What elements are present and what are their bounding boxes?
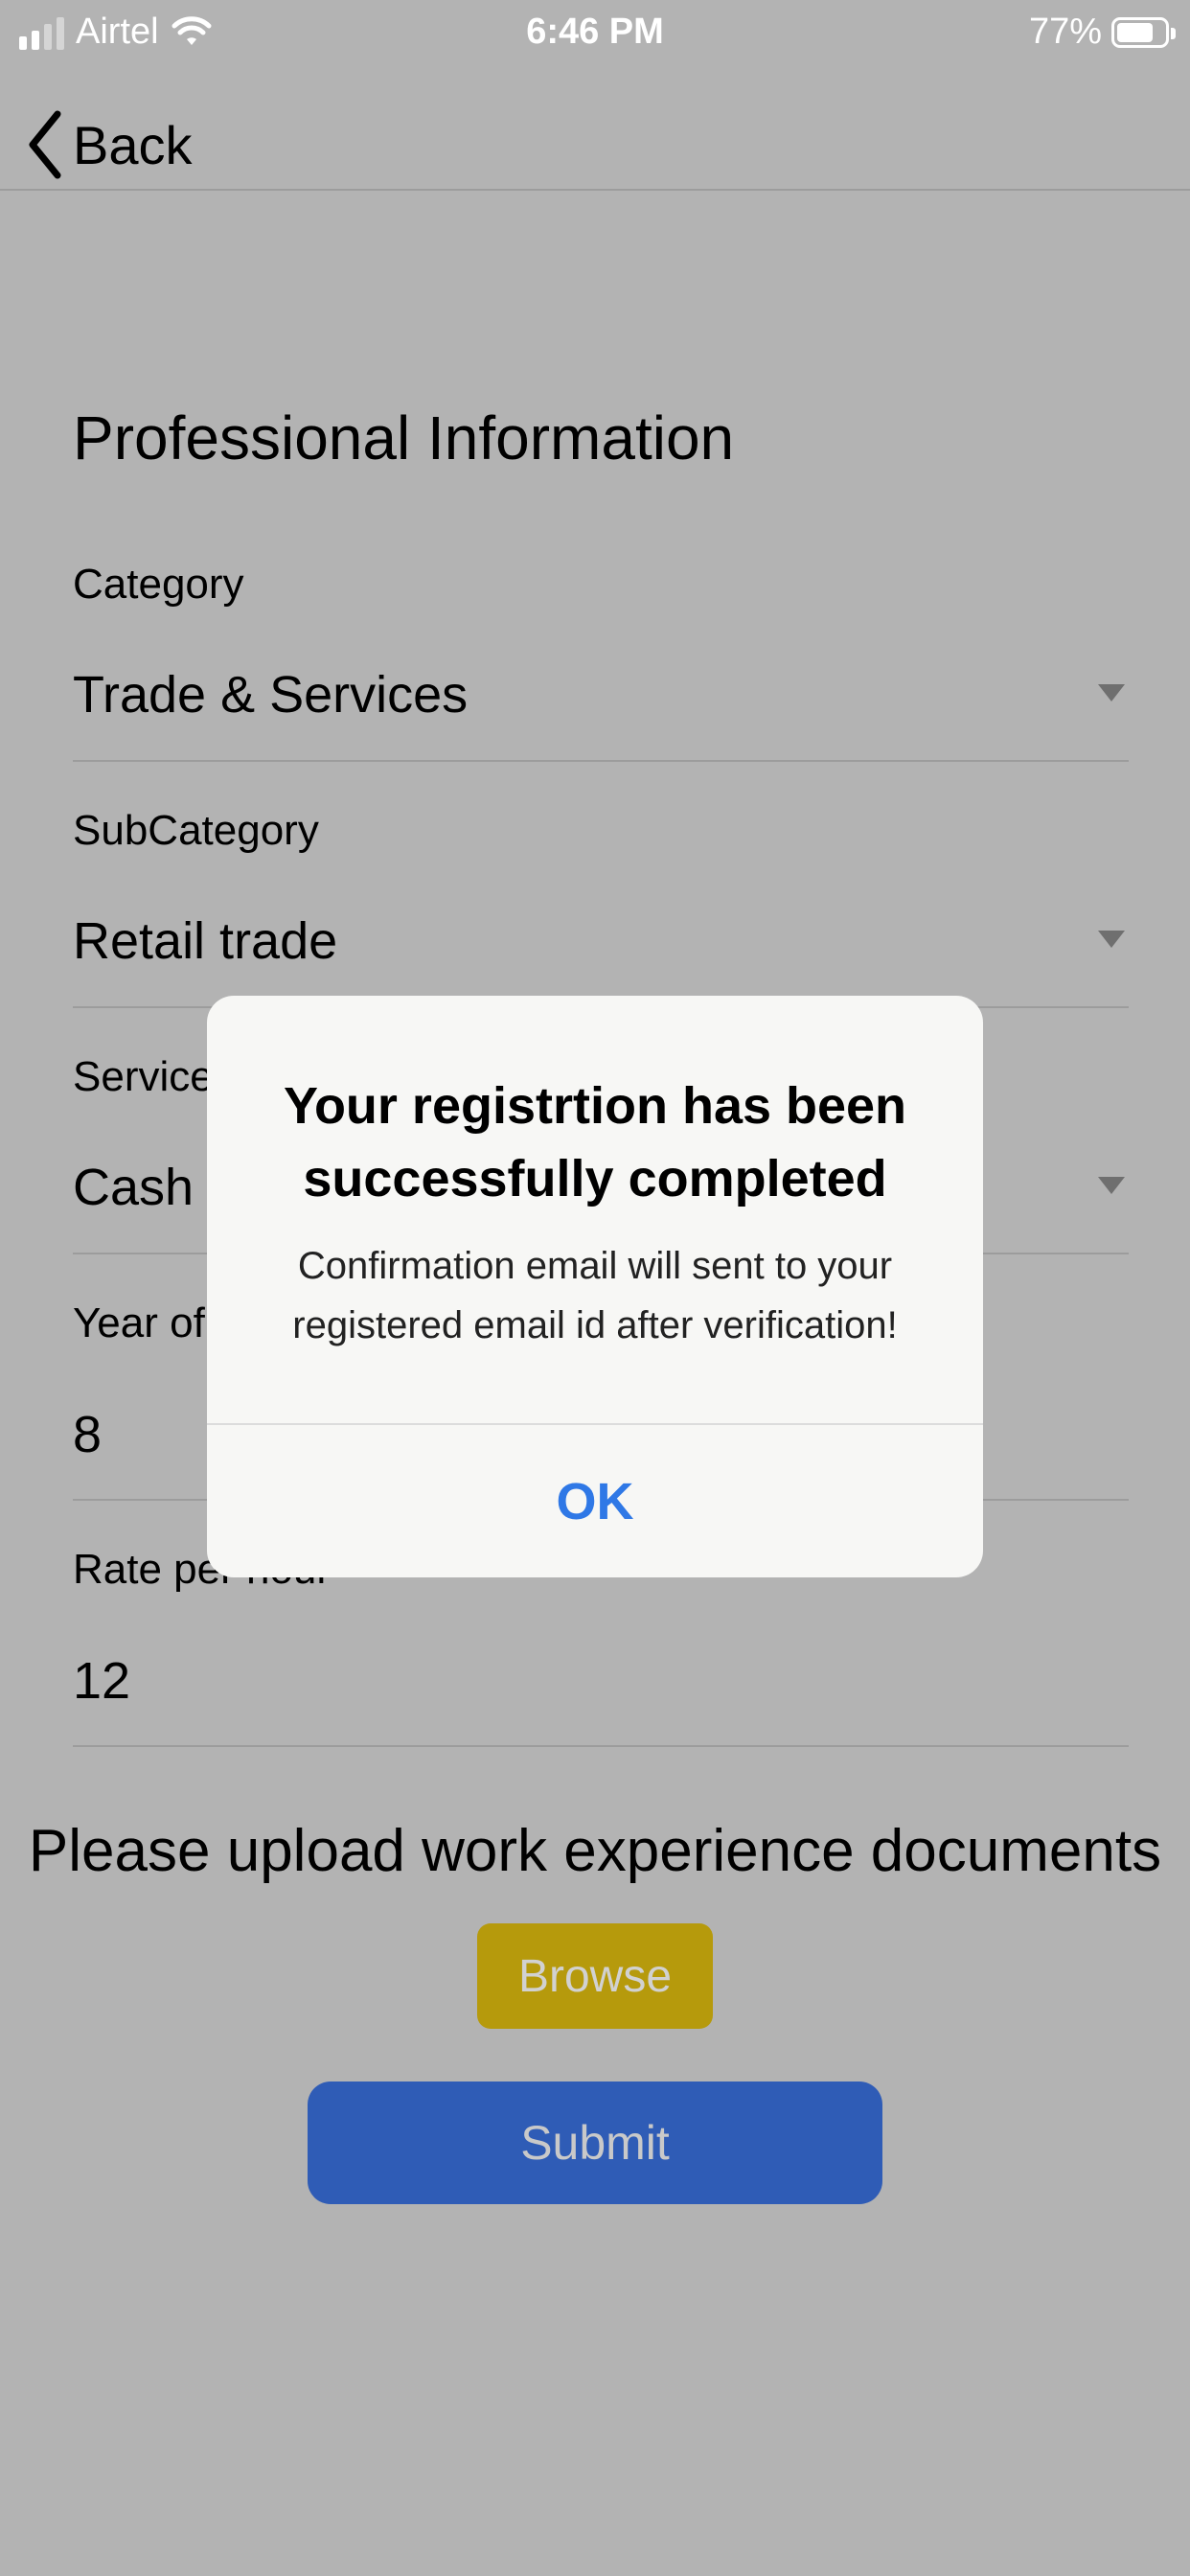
- submit-button[interactable]: Submit: [308, 2082, 882, 2204]
- dropdown-caret-icon[interactable]: [1098, 931, 1125, 948]
- dropdown-caret-icon[interactable]: [1098, 684, 1125, 702]
- chevron-left-icon: [29, 110, 61, 179]
- divider: [73, 1745, 1129, 1747]
- section-title: Professional Information: [73, 403, 735, 472]
- category-label: Category: [73, 561, 244, 608]
- rate-per-hour-input[interactable]: 12: [73, 1651, 130, 1711]
- subcategory-label: SubCategory: [73, 807, 319, 854]
- divider: [73, 760, 1129, 762]
- back-button[interactable]: Back: [25, 108, 193, 181]
- clock: 6:46 PM: [526, 12, 664, 52]
- year-of-experience-input[interactable]: 8: [73, 1405, 102, 1464]
- service-label: Service: [73, 1053, 214, 1100]
- browse-button[interactable]: Browse: [477, 1923, 713, 2029]
- category-dropdown[interactable]: Trade & Services: [73, 665, 468, 724]
- alert-ok-button[interactable]: OK: [207, 1425, 983, 1577]
- subcategory-dropdown[interactable]: Retail trade: [73, 911, 337, 971]
- navigation-bar: Back: [0, 91, 1190, 191]
- battery-percent: 77%: [1028, 12, 1102, 52]
- back-label: Back: [73, 114, 193, 175]
- service-dropdown[interactable]: Cash r: [73, 1158, 225, 1217]
- alert-title: Your registrtion has been successfully c…: [283, 1077, 907, 1208]
- registration-success-alert: Your registrtion has been successfully c…: [207, 996, 983, 1577]
- year-of-experience-label: Year of: [73, 1300, 205, 1346]
- status-bar: Airtel 6:46 PM 77%: [0, 0, 1190, 67]
- battery-icon: [1111, 16, 1176, 48]
- dropdown-caret-icon[interactable]: [1098, 1177, 1125, 1194]
- status-right: 77%: [1028, 12, 1176, 53]
- alert-message: Confirmation email will sent to your reg…: [292, 1245, 898, 1346]
- upload-documents-title: Please upload work experience documents: [28, 1818, 1162, 1884]
